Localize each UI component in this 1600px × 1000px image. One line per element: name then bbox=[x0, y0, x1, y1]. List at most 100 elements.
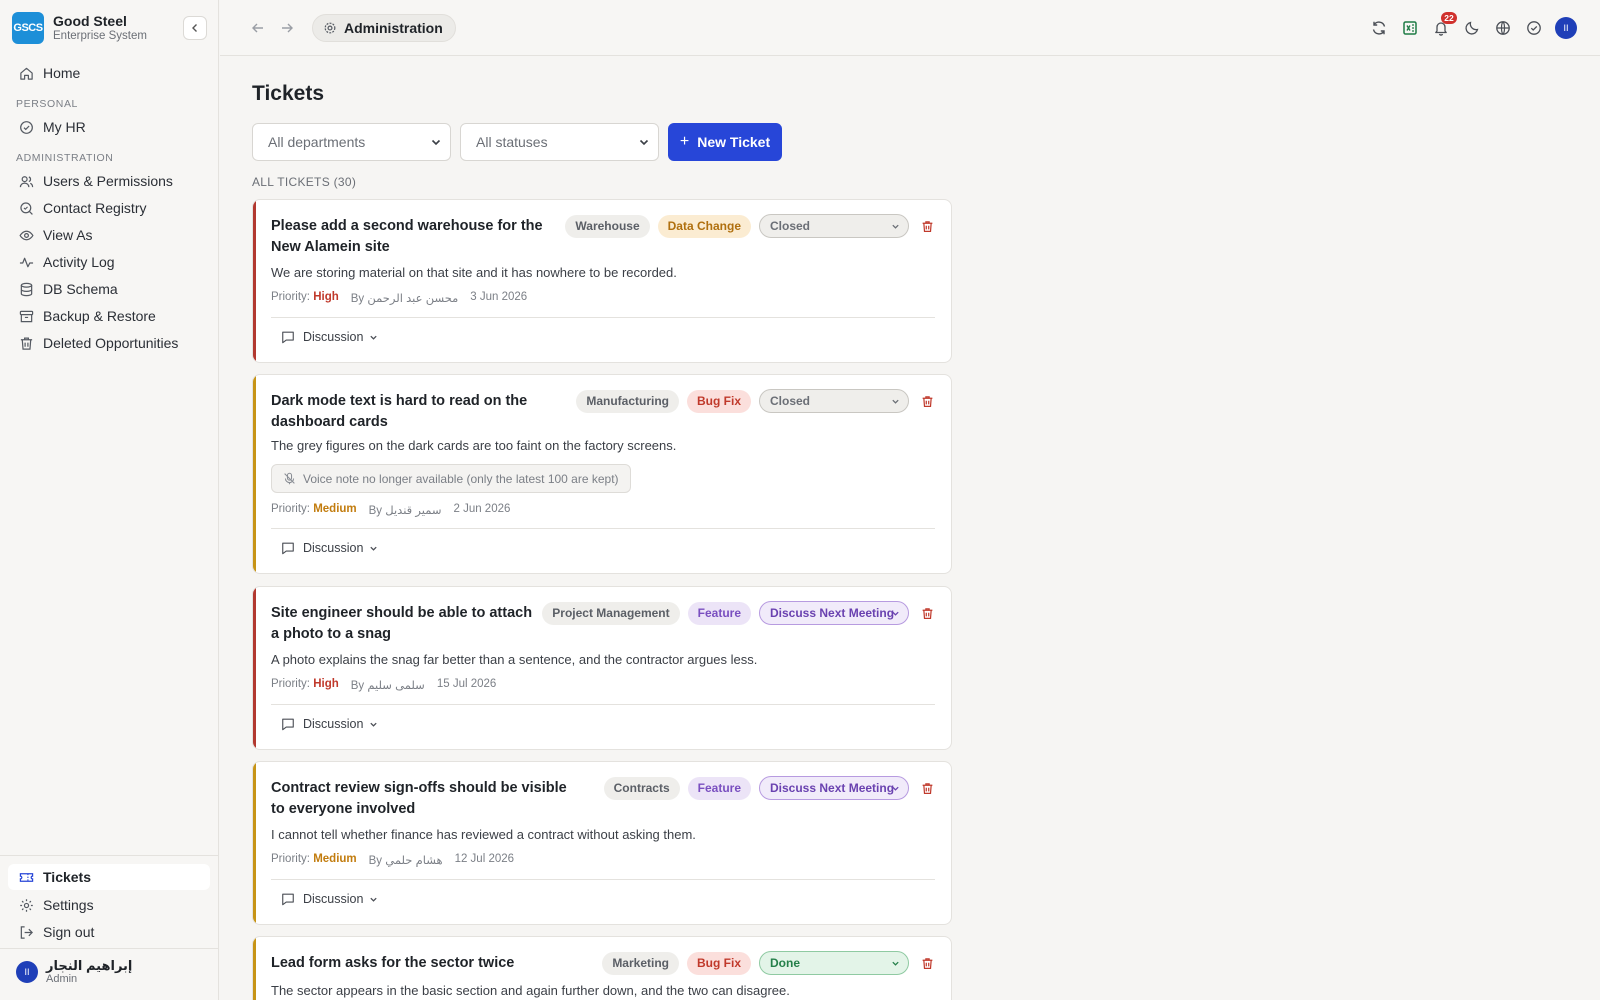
sidebar-item-tickets[interactable]: Tickets bbox=[8, 864, 210, 890]
chevron-down-icon bbox=[892, 786, 899, 791]
priority-label: Priority: bbox=[271, 503, 310, 515]
priority-label: Priority: bbox=[271, 853, 310, 865]
eye-icon bbox=[18, 227, 34, 243]
archive-icon bbox=[18, 308, 34, 324]
new-ticket-label: New Ticket bbox=[697, 134, 771, 150]
voice-note-notice: Voice note no longer available (only the… bbox=[271, 464, 631, 493]
ticket-card: Contract review sign-offs should be visi… bbox=[252, 761, 952, 925]
check-circle-icon bbox=[18, 119, 34, 135]
priority-label: Priority: bbox=[271, 291, 310, 303]
notifications-button[interactable]: 22 bbox=[1430, 12, 1457, 39]
sidebar-item-home[interactable]: Home bbox=[8, 60, 210, 86]
sidebar-item-backup-restore[interactable]: Backup & Restore bbox=[8, 303, 210, 329]
ticket-meta: Priority: Medium By سمير قنديل 2 Jun 202… bbox=[271, 503, 510, 517]
ticket-card: Dark mode text is hard to read on the da… bbox=[252, 374, 952, 574]
status-select[interactable]: Discuss Next Meeting bbox=[759, 601, 909, 625]
delete-button[interactable] bbox=[919, 780, 935, 796]
sidebar-item-view-as[interactable]: View As bbox=[8, 222, 210, 248]
collapse-sidebar-button[interactable] bbox=[183, 16, 207, 40]
delete-button[interactable] bbox=[919, 393, 935, 409]
department-tag: Project Management bbox=[542, 601, 680, 625]
delete-button[interactable] bbox=[919, 955, 935, 971]
priority-stripe bbox=[253, 762, 256, 924]
sidebar-item-settings[interactable]: Settings bbox=[8, 892, 210, 918]
message-icon bbox=[281, 541, 295, 555]
trash-icon bbox=[922, 395, 932, 407]
language-button[interactable] bbox=[1492, 17, 1514, 39]
status-filter-value: All statuses bbox=[476, 134, 548, 150]
sidebar-item-label: Activity Log bbox=[43, 254, 115, 270]
ticket-meta: Priority: High By محسن عبد الرحمن 3 Jun … bbox=[271, 291, 527, 305]
discussion-toggle[interactable]: Discussion bbox=[281, 892, 378, 906]
status-select[interactable]: Closed bbox=[759, 389, 909, 413]
voice-note-text: Voice note no longer available (only the… bbox=[303, 471, 619, 486]
arrow-right-icon bbox=[282, 23, 293, 33]
users-icon bbox=[18, 173, 34, 189]
spreadsheet-button[interactable] bbox=[1399, 17, 1421, 39]
trash-icon bbox=[922, 220, 932, 232]
discussion-label: Discussion bbox=[303, 892, 364, 906]
status-value: Closed bbox=[770, 219, 811, 233]
status-select[interactable]: Discuss Next Meeting bbox=[759, 776, 909, 800]
department-tag: Manufacturing bbox=[576, 389, 679, 413]
breadcrumb-label: Administration bbox=[344, 20, 443, 36]
chevron-down-icon bbox=[892, 961, 899, 966]
department-tag: Marketing bbox=[602, 951, 679, 975]
trash-icon bbox=[922, 782, 932, 794]
status-value: Closed bbox=[770, 394, 811, 408]
discussion-toggle[interactable]: Discussion bbox=[281, 541, 378, 555]
sidebar-item-contact-registry[interactable]: Contact Registry bbox=[8, 195, 210, 221]
sidebar-item-label: Contact Registry bbox=[43, 200, 147, 216]
ticket-description: The sector appears in the basic section … bbox=[271, 983, 790, 998]
arrow-left-icon bbox=[252, 23, 263, 33]
status-value: Discuss Next Meeting bbox=[770, 606, 895, 620]
sidebar-item-label: Tickets bbox=[43, 869, 91, 885]
type-tag: Feature bbox=[687, 601, 751, 625]
sidebar-item-sign-out[interactable]: Sign out bbox=[8, 919, 210, 945]
avatar[interactable]: II bbox=[1555, 17, 1577, 39]
back-button[interactable] bbox=[248, 18, 268, 38]
ticket-title[interactable]: Contract review sign-offs should be visi… bbox=[271, 778, 581, 820]
discussion-label: Discussion bbox=[303, 330, 364, 344]
sidebar-item-db-schema[interactable]: DB Schema bbox=[8, 276, 210, 302]
ticket-card: Please add a second warehouse for the Ne… bbox=[252, 199, 952, 363]
priority-value: Medium bbox=[313, 503, 357, 515]
user-profile[interactable]: II إبراهيم النجار Admin bbox=[16, 958, 132, 986]
refresh-button[interactable] bbox=[1368, 17, 1390, 39]
sidebar-item-users-permissions[interactable]: Users & Permissions bbox=[8, 168, 210, 194]
chevron-down-icon bbox=[892, 399, 899, 404]
sidebar-item-deleted-opportunities[interactable]: Deleted Opportunities bbox=[8, 330, 210, 356]
sidebar-item-activity-log[interactable]: Activity Log bbox=[8, 249, 210, 275]
dark-mode-toggle[interactable] bbox=[1461, 17, 1483, 39]
sidebar-item-my-hr[interactable]: My HR bbox=[8, 114, 210, 140]
forward-button[interactable] bbox=[277, 18, 297, 38]
discussion-toggle[interactable]: Discussion bbox=[281, 717, 378, 731]
card-divider bbox=[271, 528, 935, 529]
ticket-title[interactable]: Please add a second warehouse for the Ne… bbox=[271, 216, 571, 258]
brand[interactable]: GSCS Good Steel Enterprise System bbox=[12, 12, 147, 44]
tasks-button[interactable] bbox=[1523, 17, 1545, 39]
sidebar-section-administration: ADMINISTRATION bbox=[16, 152, 114, 164]
priority-stripe bbox=[253, 587, 256, 749]
discussion-toggle[interactable]: Discussion bbox=[281, 330, 378, 344]
message-icon bbox=[281, 717, 295, 731]
status-select[interactable]: Done bbox=[759, 951, 909, 975]
ticket-title[interactable]: Site engineer should be able to attach a… bbox=[271, 603, 541, 645]
department-filter[interactable]: All departments bbox=[252, 123, 451, 161]
status-select[interactable]: Closed bbox=[759, 214, 909, 238]
card-divider bbox=[271, 879, 935, 880]
ticket-title[interactable]: Dark mode text is hard to read on the da… bbox=[271, 391, 541, 433]
delete-button[interactable] bbox=[919, 605, 935, 621]
delete-button[interactable] bbox=[919, 218, 935, 234]
sidebar-item-label: View As bbox=[43, 227, 93, 243]
priority-value: High bbox=[313, 291, 339, 303]
new-ticket-button[interactable]: + New Ticket bbox=[668, 123, 782, 161]
chevron-down-icon bbox=[369, 333, 378, 342]
user-role: Admin bbox=[46, 973, 78, 985]
type-tag: Feature bbox=[687, 776, 751, 800]
ticket-author: By سلمى سليم bbox=[350, 680, 425, 692]
status-filter[interactable]: All statuses bbox=[460, 123, 659, 161]
breadcrumb[interactable]: Administration bbox=[312, 14, 456, 42]
ticket-title[interactable]: Lead form asks for the sector twice bbox=[271, 953, 581, 974]
ticket-date: 2 Jun 2026 bbox=[453, 503, 511, 515]
